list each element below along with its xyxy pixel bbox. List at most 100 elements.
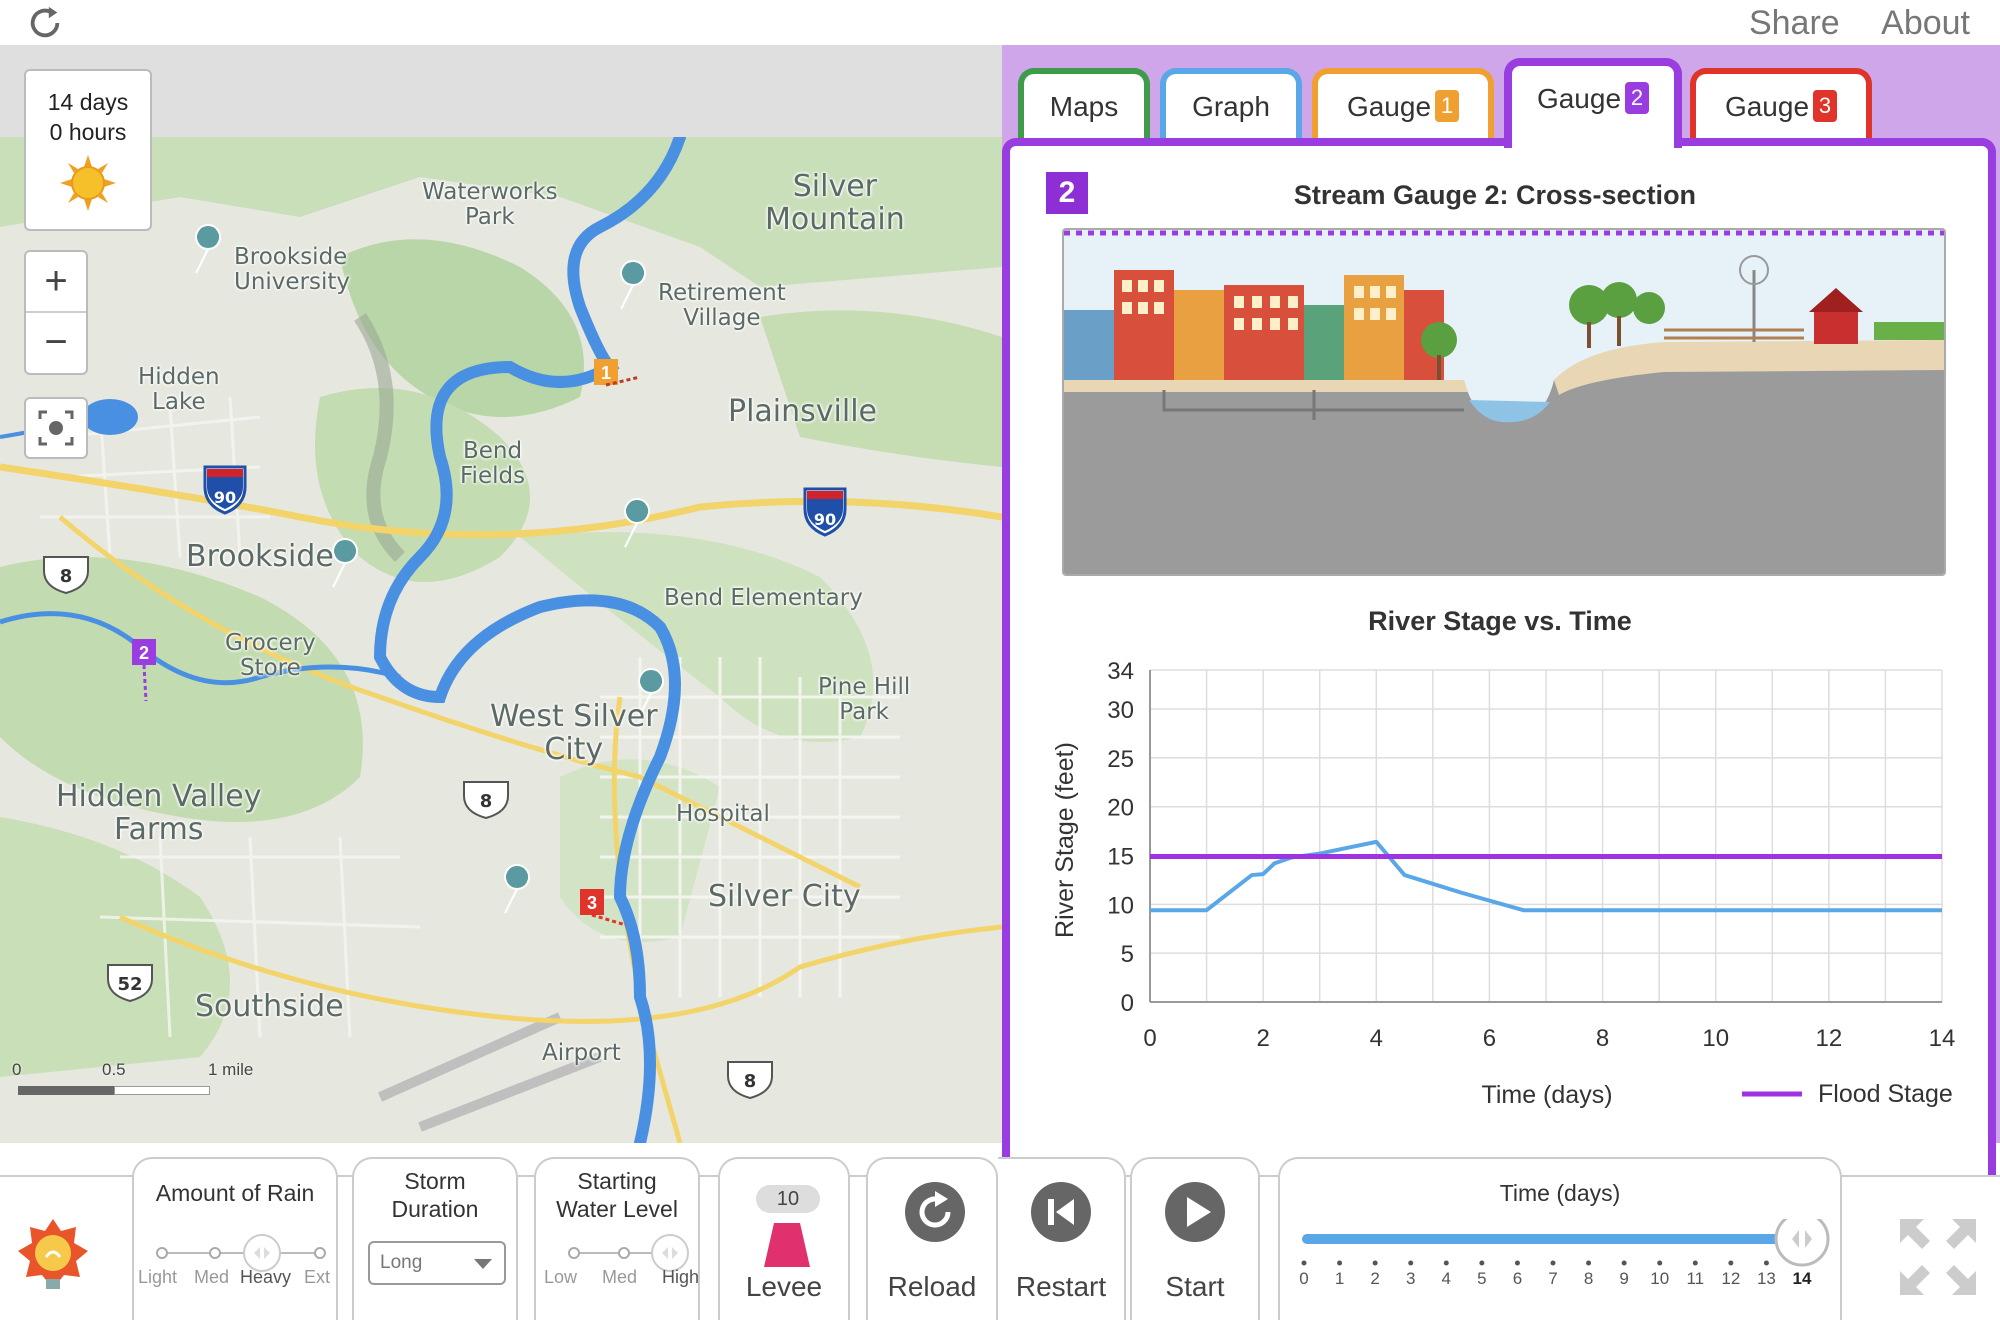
svg-text:1: 1 [601,363,611,383]
cross-section-title: Stream Gauge 2: Cross-section [1293,180,1697,210]
zoom-out-button[interactable]: − [26,313,86,374]
water-level-title: Starting [577,1168,657,1194]
place-label: Bend Elementary [664,585,863,611]
legend-label-flood-stage: Flood Stage [1818,1080,1953,1108]
skip-back-icon[interactable] [1030,1181,1092,1243]
time-tick-label: 10 [1650,1269,1670,1288]
scale-one: 1 mile [208,1060,254,1079]
play-icon[interactable] [1164,1181,1226,1243]
x-tick-label: 4 [1370,1025,1383,1052]
about-link[interactable]: About [1881,4,1970,42]
y-tick-label: 25 [1107,746,1134,773]
x-axis-label: Time (days) [1481,1081,1612,1109]
us8-shield-label: 8 [60,566,73,587]
time-tick-label: 13 [1756,1269,1776,1288]
x-tick-label: 6 [1483,1025,1496,1052]
tab-graph[interactable]: Graph [1160,68,1302,144]
time-tick-dot [1443,1260,1449,1266]
y-tick-label: 10 [1107,892,1134,919]
share-link[interactable]: Share [1749,4,1840,42]
time-slider-fill [1302,1234,1800,1244]
restart-control: Restart [998,1157,1126,1320]
time-tick-label: 12 [1721,1269,1741,1288]
levee-control[interactable]: 10 Levee [718,1157,850,1320]
water-level-control: Starting Water Level Low Med High [534,1157,700,1320]
place-label: Bend Fields [460,438,526,490]
place-label: Brookside [186,539,334,574]
time-tick-label: 8 [1583,1269,1594,1288]
i90-shield-label: 90 [814,510,836,529]
time-slider-thumb[interactable] [1774,1219,1830,1267]
time-tick-label: 7 [1548,1269,1558,1288]
zoom-in-button[interactable]: + [26,252,86,313]
us8-shield-label: 8 [744,1071,757,1092]
tab-maps[interactable]: Maps [1018,68,1150,144]
river-stage-chart: 0 5 10 15 20 25 30 34 0 2 4 6 8 10 12 14 River Stage (f… [1051,658,1955,1109]
y-tick-label: 30 [1107,697,1134,724]
time-tick-dot [1479,1260,1485,1266]
levee-icon [764,1223,810,1267]
svg-text:2: 2 [139,643,149,663]
place-label: Waterworks Park [422,179,558,231]
control-bar: Amount of Rain Light Med Heavy Ext Storm… [0,1157,2000,1320]
time-tick-label: 14 [1792,1269,1812,1288]
reload-button[interactable]: Reload [868,1271,996,1303]
time-tick-dot [1586,1260,1592,1266]
levee-label: Levee [745,1271,823,1302]
time-tick-dot [1301,1260,1307,1266]
time-tick-dot [1408,1260,1414,1266]
time-tick-dot [1728,1260,1734,1266]
storm-duration-select[interactable]: Long [368,1241,506,1285]
gauge-1-badge: 1 [1435,90,1460,122]
storm-duration-control: Storm Duration Long [352,1157,518,1320]
place-label: Brookside University [234,244,351,296]
place-label: Plainsville [728,394,878,429]
tab-gauge-1[interactable]: Gauge 1 [1312,68,1494,144]
map-view[interactable]: 90 90 8 8 8 52 1 2 3 14 days 0 hours + −… [0,45,1002,1143]
water-option-med: Med [602,1267,638,1287]
reload-icon[interactable] [26,4,64,42]
rain-amount-title: Amount of Rain [155,1180,315,1206]
reload-button-icon[interactable] [904,1181,966,1243]
recenter-button[interactable] [24,397,88,459]
water-option-low: Low [544,1267,578,1287]
y-tick-label: 0 [1121,990,1134,1017]
tab-gauge-3[interactable]: Gauge 3 [1690,68,1872,144]
x-tick-label: 12 [1816,1025,1843,1052]
elapsed-hours: 0 hours [49,119,127,145]
start-control: Start [1130,1157,1260,1320]
place-label: Hidden Lake [138,364,220,416]
x-tick-label: 8 [1596,1025,1609,1052]
elapsed-days: 14 days [47,89,129,115]
restart-button[interactable]: Restart [998,1271,1124,1303]
gauge-2-badge: 2 [1625,82,1650,114]
place-label: Airport [542,1040,621,1066]
time-tick-label: 1 [1334,1269,1345,1288]
fullscreen-icon[interactable] [1896,1215,1980,1299]
time-tick-label: 3 [1405,1269,1416,1288]
x-tick-label: 0 [1143,1025,1156,1052]
lightbulb-tips-icon[interactable] [16,1217,90,1297]
scale-half: 0.5 [102,1060,126,1079]
tab-gauge-2[interactable]: Gauge 2 [1504,58,1682,148]
us8-shield-label: 8 [480,791,493,812]
time-tick-label: 9 [1619,1269,1629,1288]
rain-option-light: Light [138,1267,178,1287]
time-tick-dot [1621,1260,1627,1266]
y-axis-label: River Stage (feet) [1051,742,1079,938]
place-label: Silver City [708,879,861,914]
water-option-high: High [662,1267,700,1287]
time-tick-dot [1550,1260,1556,1266]
zoom-control: + − [24,250,88,375]
time-tick-label: 5 [1477,1269,1487,1288]
reload-control: Reload [866,1157,998,1320]
elapsed-time-display: 14 days 0 hours [24,69,152,231]
us52-shield-label: 52 [117,974,142,995]
time-tick-label: 0 [1299,1269,1309,1288]
y-tick-label: 34 [1107,658,1134,685]
sun-icon [60,155,116,211]
y-tick-label: 5 [1121,941,1134,968]
time-slider-control: Time (days) 0 1 2 3 4 5 6 7 8 9 10 11 12 13 14 [1278,1157,1842,1320]
time-tick-dot [1692,1260,1698,1266]
start-button[interactable]: Start [1132,1271,1258,1303]
